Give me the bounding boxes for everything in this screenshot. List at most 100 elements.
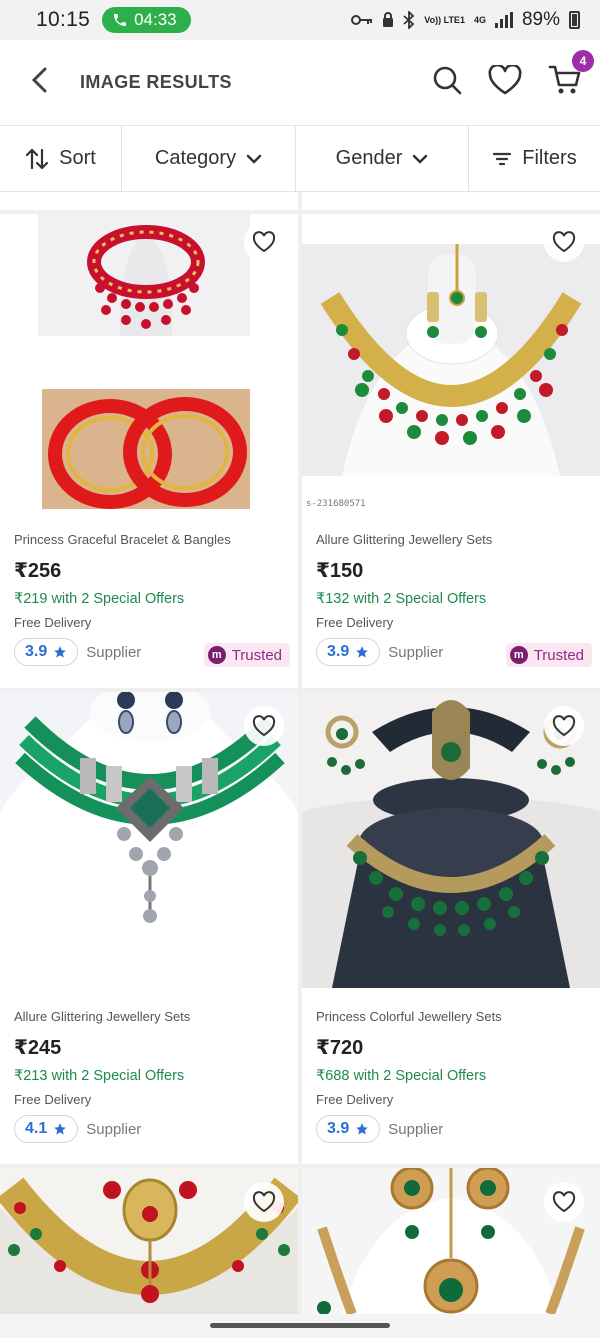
- heart-icon: [552, 1191, 576, 1213]
- sort-arrows-icon: [26, 148, 49, 169]
- gender-label: Gender: [335, 147, 403, 169]
- product-card[interactable]: [0, 1168, 298, 1314]
- chevron-down-icon: [246, 154, 262, 164]
- special-offer-text: ₹132 with 2 Special Offers: [316, 591, 487, 607]
- product-grid: Princess Graceful Bracelet & Bangles ₹25…: [0, 192, 600, 1314]
- top-app-bar: IMAGE RESULTS 4: [0, 40, 600, 126]
- star-icon: [356, 646, 369, 658]
- category-label: Category: [154, 147, 237, 169]
- product-card[interactable]: Princess Colorful Jewellery Sets ₹720 ₹6…: [302, 692, 600, 1164]
- search-button[interactable]: [432, 65, 462, 100]
- supplier-label: Supplier: [388, 643, 444, 661]
- category-dropdown[interactable]: Category: [122, 126, 296, 191]
- rating-row: 3.9 Supplier: [14, 638, 141, 666]
- product-price: ₹256: [14, 560, 62, 582]
- supplier-label: Supplier: [388, 1120, 444, 1138]
- heart-icon: [252, 231, 276, 253]
- cart-count-badge: 4: [572, 50, 594, 72]
- special-offer-text: ₹213 with 2 Special Offers: [14, 1068, 185, 1084]
- sort-label: Sort: [59, 147, 96, 169]
- ongoing-call-pill[interactable]: 04:33: [102, 7, 191, 33]
- status-time: 10:15: [36, 8, 91, 31]
- meesho-logo-icon: m: [207, 646, 226, 664]
- product-name: Allure Glittering Jewellery Sets: [14, 1009, 191, 1024]
- supplier-label: Supplier: [86, 643, 142, 661]
- wishlist-heart-button[interactable]: [544, 706, 584, 746]
- filter-lines-icon: [493, 152, 512, 165]
- star-icon: [54, 1123, 67, 1135]
- home-gesture-handle[interactable]: [210, 1323, 390, 1328]
- product-price: ₹150: [316, 560, 364, 582]
- search-icon: [433, 66, 462, 95]
- gender-dropdown[interactable]: Gender: [296, 126, 469, 191]
- trusted-label: Trusted: [231, 646, 282, 664]
- network-type: 4G: [473, 14, 486, 25]
- rating-pill: 3.9: [316, 1115, 381, 1143]
- battery-icon: [569, 11, 580, 29]
- phone-icon: [114, 14, 127, 26]
- heart-icon: [488, 63, 522, 95]
- star-icon: [356, 1123, 369, 1135]
- special-offer-text: ₹219 with 2 Special Offers: [14, 591, 185, 607]
- product-name: Allure Glittering Jewellery Sets: [316, 532, 493, 547]
- heart-icon: [252, 715, 276, 737]
- back-button[interactable]: [30, 66, 64, 100]
- rating-value: 4.1: [25, 1120, 48, 1137]
- battery-percent: 89%: [521, 9, 560, 30]
- product-card[interactable]: s-231680571 Allure Glittering Jewellery …: [302, 214, 600, 688]
- product-card[interactable]: Princess Graceful Bracelet & Bangles ₹25…: [0, 214, 298, 688]
- rating-pill: 3.9: [14, 638, 79, 666]
- product-card[interactable]: [302, 1168, 600, 1314]
- previous-row-edge: [302, 192, 600, 210]
- delivery-text: Free Delivery: [316, 615, 394, 630]
- gesture-navigation-bar: [0, 1314, 600, 1338]
- rating-row: 3.9 Supplier: [316, 638, 443, 666]
- wishlist-heart-button[interactable]: [544, 1182, 584, 1222]
- supplier-label: Supplier: [86, 1120, 142, 1138]
- rating-value: 3.9: [327, 1120, 350, 1137]
- filters-button[interactable]: Filters: [469, 126, 600, 191]
- wishlist-button[interactable]: [488, 63, 522, 100]
- cart-button[interactable]: 4: [548, 50, 594, 101]
- star-icon: [54, 646, 67, 658]
- status-bar: 10:15 04:33 Vo)) LTE1 4G 89%: [0, 0, 600, 40]
- filter-bar: Sort Category Gender Filters: [0, 126, 600, 192]
- product-name: Princess Colorful Jewellery Sets: [316, 1009, 502, 1024]
- previous-row-edge: [0, 192, 298, 210]
- special-offer-text: ₹688 with 2 Special Offers: [316, 1068, 487, 1084]
- trusted-badge: m Trusted: [505, 643, 592, 667]
- meesho-logo-icon: m: [509, 646, 528, 664]
- product-price: ₹720: [316, 1037, 364, 1059]
- wishlist-heart-button[interactable]: [544, 222, 584, 262]
- chevron-down-icon: [413, 154, 428, 164]
- product-card[interactable]: Allure Glittering Jewellery Sets ₹245 ₹2…: [0, 692, 298, 1164]
- rating-row: 3.9 Supplier: [316, 1115, 443, 1143]
- call-duration: 04:33: [134, 10, 177, 29]
- product-name: Princess Graceful Bracelet & Bangles: [14, 532, 231, 547]
- key-icon: [351, 15, 373, 25]
- lock-app-icon: [383, 12, 394, 27]
- product-price: ₹245: [14, 1037, 62, 1059]
- rating-pill: 4.1: [14, 1115, 79, 1143]
- product-code: s-231680571: [306, 499, 366, 509]
- delivery-text: Free Delivery: [14, 1092, 92, 1107]
- rating-value: 3.9: [327, 643, 350, 660]
- wishlist-heart-button[interactable]: [244, 1182, 284, 1222]
- trusted-label: Trusted: [533, 646, 584, 664]
- wishlist-heart-button[interactable]: [244, 222, 284, 262]
- delivery-text: Free Delivery: [316, 1092, 394, 1107]
- filters-label: Filters: [522, 147, 577, 169]
- trusted-badge: m Trusted: [203, 643, 290, 667]
- heart-icon: [552, 231, 576, 253]
- rating-value: 3.9: [25, 643, 48, 660]
- delivery-text: Free Delivery: [14, 615, 92, 630]
- rating-pill: 3.9: [316, 638, 381, 666]
- wishlist-heart-button[interactable]: [244, 706, 284, 746]
- heart-icon: [552, 715, 576, 737]
- page-title: IMAGE RESULTS: [80, 72, 232, 92]
- chevron-left-icon: [31, 67, 47, 92]
- bluetooth-icon: [403, 11, 415, 29]
- sort-button[interactable]: Sort: [0, 126, 122, 191]
- rating-row: 4.1 Supplier: [14, 1115, 141, 1143]
- heart-icon: [252, 1191, 276, 1213]
